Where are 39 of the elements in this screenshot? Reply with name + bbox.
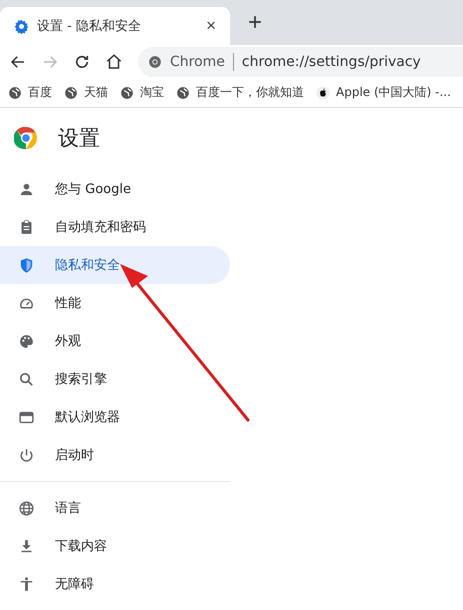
chrome-icon xyxy=(148,54,162,68)
bookmark[interactable]: 天猫 xyxy=(64,84,108,101)
search-icon xyxy=(18,370,35,388)
bookmark[interactable]: 百度 xyxy=(8,84,52,101)
sidebar-item[interactable]: 语言 xyxy=(0,489,230,527)
bookmark[interactable]: Apple (中国大陆) -... xyxy=(316,84,451,101)
tab-title: 设置 - 隐私和安全 xyxy=(37,18,142,35)
power-icon xyxy=(18,446,35,464)
sidebar-item[interactable]: 下载内容 xyxy=(0,527,230,565)
globe-icon xyxy=(18,500,35,516)
palette-icon xyxy=(18,332,35,350)
shield-icon xyxy=(18,256,35,274)
accessibility-icon xyxy=(18,576,35,592)
address-bar[interactable]: Chrome chrome://settings/privacy xyxy=(138,46,463,76)
close-button[interactable]: × xyxy=(202,16,220,36)
globe-icon xyxy=(64,86,78,100)
apple-icon xyxy=(316,86,330,100)
sidebar-item[interactable]: 隐私和安全 xyxy=(0,246,230,284)
logo-icon xyxy=(14,126,38,150)
globe-icon xyxy=(8,86,22,100)
site-name: Chrome xyxy=(170,54,225,70)
new-tab-button[interactable]: + xyxy=(242,7,268,39)
browser-tab[interactable]: 设置 - 隐私和安全 × xyxy=(0,7,230,45)
url-text: chrome://settings/privacy xyxy=(242,54,421,70)
sidebar-item[interactable]: 启动时 xyxy=(0,436,230,474)
settings-title: 设置 xyxy=(58,125,100,152)
globe-icon xyxy=(176,86,190,100)
home-icon xyxy=(105,52,123,70)
sidebar-item[interactable]: 默认浏览器 xyxy=(0,398,230,436)
sidebar-item[interactable]: 搜索引擎 xyxy=(0,360,230,398)
sidebar-item[interactable]: 无障碍 xyxy=(0,565,230,603)
gear-icon xyxy=(14,18,29,34)
globe-icon xyxy=(120,86,134,100)
sidebar-item[interactable]: 您与 Google xyxy=(0,170,230,208)
bookmark[interactable]: 淘宝 xyxy=(120,84,164,101)
bookmark[interactable]: 百度一下，你就知道 xyxy=(176,84,304,101)
sidebar-item[interactable]: 自动填充和密码 xyxy=(0,208,230,246)
sidebar-item[interactable]: 性能 xyxy=(0,284,230,322)
sidebar-item[interactable]: 外观 xyxy=(0,322,230,360)
